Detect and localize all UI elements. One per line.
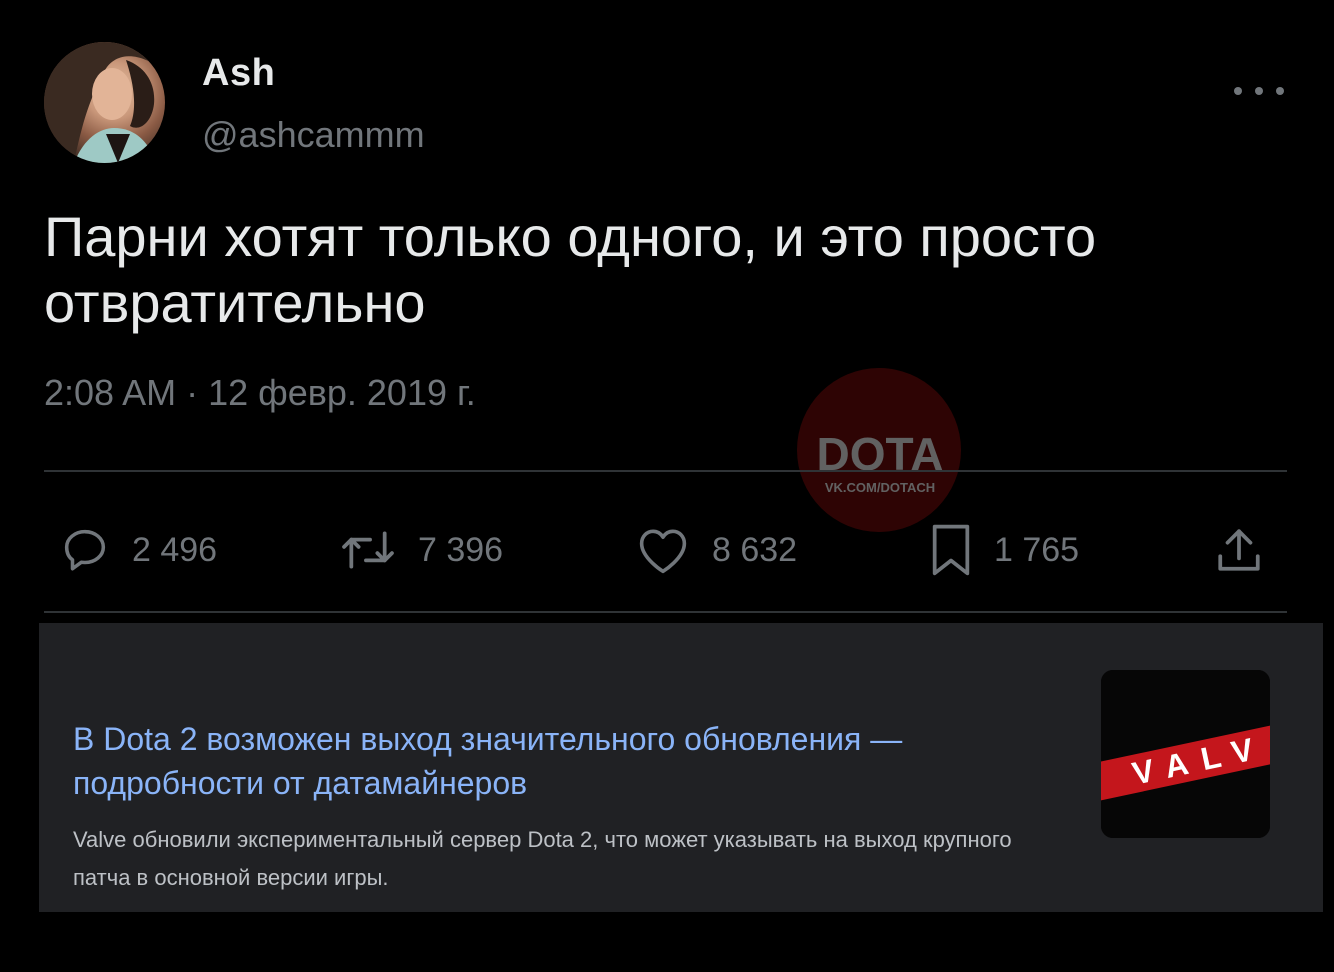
reply-button[interactable]: 2 496 xyxy=(60,510,217,590)
share-button[interactable] xyxy=(1214,510,1286,590)
reply-icon xyxy=(64,529,106,571)
watermark-logo-text: DOTA xyxy=(817,428,944,480)
news-thumbnail[interactable]: VALV xyxy=(1101,670,1270,838)
like-count: 8 632 xyxy=(712,530,798,569)
watermark-sub-text: VK.COM/DOTACH xyxy=(825,480,935,495)
divider-bottom xyxy=(44,611,1287,613)
author-display-name[interactable]: Ash xyxy=(202,52,275,95)
valve-logo-image: VALV xyxy=(1101,670,1270,838)
bookmark-count: 1 765 xyxy=(994,530,1080,569)
bookmark-icon xyxy=(932,524,970,576)
retweet-button[interactable]: 7 396 xyxy=(340,510,503,590)
news-snippet: Valve обновили экспериментальный сервер … xyxy=(73,827,1012,890)
tweet-text: Парни хотят только одного, и это просто … xyxy=(44,205,1097,334)
like-button[interactable]: 8 632 xyxy=(636,510,797,590)
author-handle[interactable]: @ashcammm xyxy=(202,114,425,156)
news-title-link[interactable]: В Dota 2 возможен выход значительного об… xyxy=(73,717,1053,805)
more-options-button[interactable] xyxy=(1234,76,1284,106)
tweet-action-bar: 2 496 7 396 8 632 1 765 xyxy=(44,510,1287,590)
news-card[interactable]: В Dota 2 возможен выход значительного об… xyxy=(39,623,1323,912)
more-dot-icon xyxy=(1276,87,1284,95)
more-dot-icon xyxy=(1234,87,1242,95)
divider-top xyxy=(44,470,1287,472)
bookmark-button[interactable]: 1 765 xyxy=(930,510,1079,590)
retweet-count: 7 396 xyxy=(418,530,504,569)
tweet-timestamp[interactable]: 2:08 AM · 12 февр. 2019 г. xyxy=(44,372,476,414)
share-icon xyxy=(1218,529,1260,571)
user-avatar[interactable] xyxy=(44,42,165,163)
heart-icon xyxy=(639,529,687,574)
more-dot-icon xyxy=(1255,87,1263,95)
reply-count: 2 496 xyxy=(132,530,218,569)
avatar-photo xyxy=(44,42,165,163)
retweet-icon xyxy=(342,531,394,569)
